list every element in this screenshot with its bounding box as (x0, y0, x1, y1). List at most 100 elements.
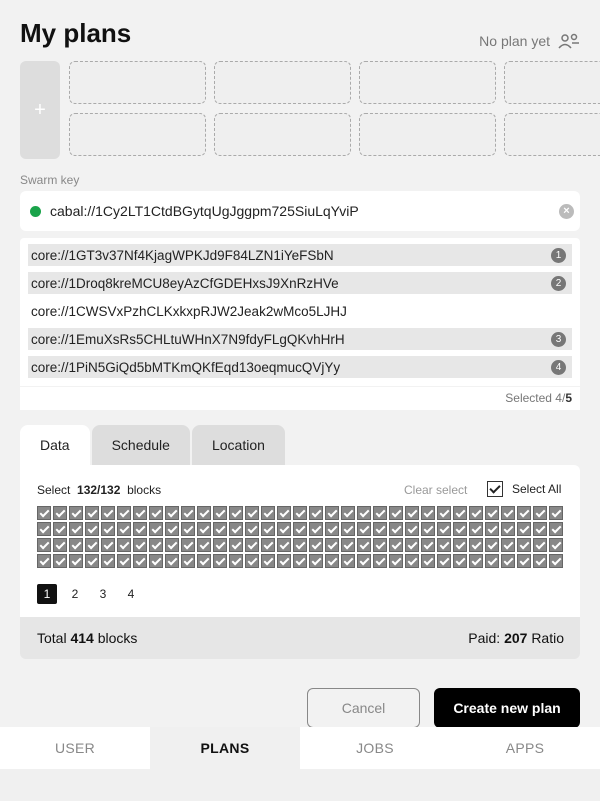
select-all-checkbox[interactable]: Select All (487, 481, 561, 497)
block-checkbox[interactable] (325, 538, 339, 552)
plan-slot[interactable] (504, 61, 600, 104)
block-checkbox[interactable] (69, 506, 83, 520)
swarm-key-value[interactable]: cabal://1Cy2LT1CtdBGytqUgJggpm725SiuLqYv… (50, 203, 359, 219)
plan-slot[interactable] (214, 61, 351, 104)
block-checkbox[interactable] (261, 506, 275, 520)
clear-icon[interactable]: × (559, 204, 574, 219)
block-checkbox[interactable] (405, 554, 419, 568)
block-checkbox[interactable] (85, 554, 99, 568)
block-checkbox[interactable] (165, 538, 179, 552)
block-checkbox[interactable] (117, 538, 131, 552)
block-checkbox[interactable] (261, 522, 275, 536)
core-item[interactable]: core://1CWSVxPzhCLKxkxpRJW2Jeak2wMco5LJH… (28, 300, 572, 322)
block-checkbox[interactable] (437, 538, 451, 552)
block-checkbox[interactable] (53, 554, 67, 568)
block-checkbox[interactable] (181, 522, 195, 536)
block-checkbox[interactable] (469, 506, 483, 520)
plan-slot[interactable] (359, 61, 496, 104)
block-checkbox[interactable] (469, 522, 483, 536)
block-checkbox[interactable] (261, 538, 275, 552)
block-checkbox[interactable] (101, 554, 115, 568)
block-checkbox[interactable] (533, 506, 547, 520)
block-checkbox[interactable] (181, 554, 195, 568)
block-checkbox[interactable] (117, 506, 131, 520)
block-checkbox[interactable] (117, 554, 131, 568)
block-checkbox[interactable] (485, 506, 499, 520)
block-checkbox[interactable] (229, 522, 243, 536)
block-checkbox[interactable] (149, 554, 163, 568)
block-checkbox[interactable] (69, 522, 83, 536)
block-checkbox[interactable] (197, 522, 211, 536)
block-checkbox[interactable] (357, 554, 371, 568)
tab-data[interactable]: Data (20, 425, 90, 465)
plan-slot[interactable] (69, 61, 206, 104)
block-checkbox[interactable] (373, 538, 387, 552)
core-item[interactable]: core://1PiN5GiQd5bMTKmQKfEqd13oeqmucQVjY… (28, 356, 572, 378)
block-checkbox[interactable] (453, 554, 467, 568)
block-checkbox[interactable] (501, 554, 515, 568)
block-checkbox[interactable] (149, 522, 163, 536)
block-checkbox[interactable] (213, 554, 227, 568)
block-checkbox[interactable] (277, 554, 291, 568)
block-checkbox[interactable] (501, 522, 515, 536)
block-checkbox[interactable] (245, 506, 259, 520)
block-checkbox[interactable] (53, 538, 67, 552)
nav-plans[interactable]: PLANS (150, 727, 300, 769)
block-checkbox[interactable] (453, 506, 467, 520)
nav-jobs[interactable]: JOBS (300, 727, 450, 769)
block-checkbox[interactable] (53, 506, 67, 520)
block-checkbox[interactable] (277, 538, 291, 552)
block-checkbox[interactable] (501, 506, 515, 520)
block-checkbox[interactable] (469, 554, 483, 568)
block-checkbox[interactable] (133, 506, 147, 520)
block-checkbox[interactable] (213, 538, 227, 552)
block-checkbox[interactable] (197, 506, 211, 520)
block-checkbox[interactable] (293, 506, 307, 520)
block-checkbox[interactable] (373, 522, 387, 536)
plan-slot[interactable] (214, 113, 351, 156)
block-checkbox[interactable] (133, 522, 147, 536)
block-checkbox[interactable] (549, 538, 563, 552)
checkbox-checked-icon[interactable] (487, 481, 503, 497)
block-checkbox[interactable] (341, 522, 355, 536)
block-checkbox[interactable] (357, 506, 371, 520)
block-checkbox[interactable] (165, 554, 179, 568)
core-item[interactable]: core://1GT3v37Nf4KjagWPKJd9F84LZN1iYeFSb… (28, 244, 572, 266)
block-checkbox[interactable] (357, 538, 371, 552)
block-checkbox[interactable] (149, 506, 163, 520)
plan-slot[interactable] (359, 113, 496, 156)
block-checkbox[interactable] (117, 522, 131, 536)
block-checkbox[interactable] (533, 554, 547, 568)
block-checkbox[interactable] (453, 522, 467, 536)
block-checkbox[interactable] (485, 522, 499, 536)
page-button[interactable]: 4 (121, 584, 141, 604)
block-checkbox[interactable] (405, 538, 419, 552)
block-checkbox[interactable] (437, 506, 451, 520)
block-checkbox[interactable] (517, 538, 531, 552)
block-checkbox[interactable] (549, 554, 563, 568)
block-checkbox[interactable] (373, 506, 387, 520)
swarm-key-field[interactable]: cabal://1Cy2LT1CtdBGytqUgJggpm725SiuLqYv… (20, 191, 580, 231)
clear-select-button[interactable]: Clear select (404, 483, 467, 497)
block-checkbox[interactable] (181, 506, 195, 520)
page-button[interactable]: 2 (65, 584, 85, 604)
block-checkbox[interactable] (549, 522, 563, 536)
block-checkbox[interactable] (421, 522, 435, 536)
plan-slot[interactable] (69, 113, 206, 156)
block-checkbox[interactable] (69, 554, 83, 568)
block-checkbox[interactable] (37, 554, 51, 568)
create-plan-button[interactable]: Create new plan (434, 688, 580, 727)
block-checkbox[interactable] (69, 538, 83, 552)
block-checkbox[interactable] (165, 522, 179, 536)
block-checkbox[interactable] (293, 538, 307, 552)
block-checkbox[interactable] (389, 554, 403, 568)
block-checkbox[interactable] (37, 522, 51, 536)
block-checkbox[interactable] (133, 538, 147, 552)
block-checkbox[interactable] (325, 554, 339, 568)
block-checkbox[interactable] (341, 554, 355, 568)
block-checkbox[interactable] (501, 538, 515, 552)
block-checkbox[interactable] (309, 506, 323, 520)
nav-apps[interactable]: APPS (450, 727, 600, 769)
block-checkbox[interactable] (261, 554, 275, 568)
block-checkbox[interactable] (421, 554, 435, 568)
